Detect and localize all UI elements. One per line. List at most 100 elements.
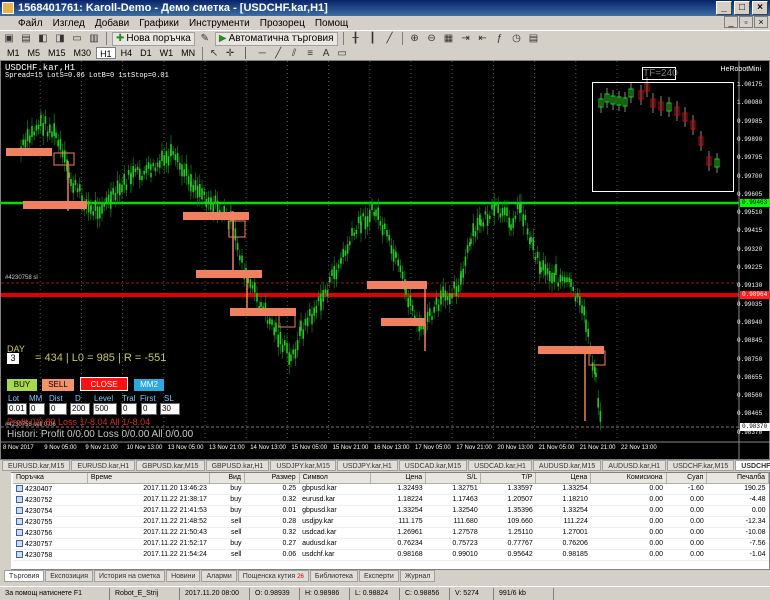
menu-charts[interactable]: Графики bbox=[139, 18, 179, 29]
param-tral-input[interactable]: 0 bbox=[121, 403, 137, 415]
mdi-minimize-button[interactable]: _ bbox=[724, 16, 738, 28]
table-row[interactable]: 4230752 2017.11.22 21:38:17 buy 0.32 eurusd.… bbox=[13, 494, 769, 506]
chart-window[interactable]: USDCHF.kar,H1 Spread=15 LotS=0.06 LotB=0… bbox=[0, 60, 770, 461]
indicators-icon[interactable]: ƒ bbox=[493, 32, 507, 45]
chart-tab[interactable]: USDCHF.kar,M15 bbox=[667, 460, 735, 471]
candlestick-icon[interactable]: ┃ bbox=[366, 32, 380, 45]
label-icon[interactable]: ▭ bbox=[335, 47, 349, 60]
chart-tab[interactable]: GBPUSD.kar,M15 bbox=[136, 460, 205, 471]
param-level-input[interactable]: 500 bbox=[93, 403, 117, 415]
chart-shift-icon[interactable]: ⇤ bbox=[476, 32, 490, 45]
zoom-out-icon[interactable]: ⊖ bbox=[425, 32, 439, 45]
market-watch-icon[interactable]: ◧ bbox=[36, 32, 50, 45]
auto-trading-button[interactable]: ▶ Автоматична търговия bbox=[214, 31, 338, 46]
tf-m1[interactable]: M1 bbox=[4, 47, 23, 59]
buy-button[interactable]: BUY bbox=[7, 379, 37, 391]
meta-editor-icon[interactable]: ✎ bbox=[198, 32, 212, 45]
terminal-tab[interactable]: Библиотека bbox=[309, 570, 358, 582]
maximize-button[interactable]: □ bbox=[734, 1, 750, 15]
column-header[interactable]: Цена bbox=[535, 473, 592, 484]
horizontal-line-icon[interactable]: ─ bbox=[255, 47, 269, 60]
chart-tab[interactable]: EURUSD.kar,H1 bbox=[71, 460, 136, 471]
column-header[interactable]: Вид bbox=[209, 473, 245, 484]
column-header[interactable]: Цена bbox=[370, 473, 427, 484]
menu-insert[interactable]: Добави bbox=[95, 18, 129, 29]
trendline-icon[interactable]: ╱ bbox=[271, 47, 285, 60]
param-mm-input[interactable]: 0 bbox=[29, 403, 45, 415]
column-header[interactable]: Печалба bbox=[706, 473, 769, 484]
column-header[interactable]: T/P bbox=[480, 473, 537, 484]
mdi-restore-button[interactable]: ▫ bbox=[739, 16, 753, 28]
autoscroll-icon[interactable]: ⇥ bbox=[459, 32, 473, 45]
menu-file[interactable]: Файл bbox=[18, 18, 43, 29]
chart-tab[interactable]: USDCAD.kar,H1 bbox=[468, 460, 532, 471]
terminal-tab[interactable]: Експозиция bbox=[45, 570, 94, 582]
menu-tools[interactable]: Инструменти bbox=[189, 18, 250, 29]
table-row[interactable]: 4230757 2017.11.22 21:52:17 buy 0.27 audusd.… bbox=[13, 538, 769, 550]
chart-tab[interactable]: AUDUSD.kar,H1 bbox=[602, 460, 667, 471]
mdi-close-button[interactable]: × bbox=[754, 16, 768, 28]
tf-m5[interactable]: M5 bbox=[25, 47, 44, 59]
terminal-tab[interactable]: Аларми bbox=[201, 570, 237, 582]
terminal-tab[interactable]: Пощенска кутия 26 bbox=[237, 570, 309, 582]
minimize-button[interactable]: _ bbox=[716, 1, 732, 15]
terminal-tab[interactable]: Журнал bbox=[399, 570, 436, 582]
new-order-button[interactable]: ✚ Нова поръчка bbox=[112, 31, 195, 46]
tf-h4[interactable]: H4 bbox=[118, 47, 136, 59]
table-row[interactable]: 4230407 2017.11.20 13:46:23 buy 0.25 gbpusd.… bbox=[13, 483, 769, 495]
column-header[interactable]: Суап bbox=[666, 473, 708, 484]
terminal-tab[interactable]: Новини bbox=[166, 570, 201, 582]
tf-mn[interactable]: MN bbox=[178, 47, 198, 59]
periods-icon[interactable]: ◷ bbox=[510, 32, 524, 45]
param-dist-input[interactable]: 0 bbox=[49, 403, 67, 415]
chart-tab[interactable]: AUDUSD.kar,M15 bbox=[532, 460, 602, 471]
cursor-icon[interactable]: ↖ bbox=[207, 47, 221, 60]
fibonacci-icon[interactable]: ≡ bbox=[303, 47, 317, 60]
tf-d1[interactable]: D1 bbox=[137, 47, 155, 59]
chart-tab[interactable]: USDCHF.kar,H1 bbox=[735, 460, 770, 471]
column-header[interactable]: Комисиона bbox=[590, 473, 667, 484]
param-first-input[interactable]: 0 bbox=[141, 403, 157, 415]
day-value[interactable]: 3 bbox=[7, 353, 19, 364]
column-header[interactable]: Размер bbox=[244, 473, 300, 484]
navigator-icon[interactable]: ◨ bbox=[53, 32, 67, 45]
tile-windows-icon[interactable]: ▦ bbox=[442, 32, 456, 45]
terminal-tab[interactable]: Търговия bbox=[4, 570, 45, 582]
zoom-in-icon[interactable]: ⊕ bbox=[408, 32, 422, 45]
chart-tab[interactable]: USDJPY.kar,H1 bbox=[336, 460, 398, 471]
mm2-button[interactable]: MM2 bbox=[134, 379, 164, 391]
new-chart-icon[interactable]: ▣ bbox=[2, 32, 16, 45]
table-row[interactable]: 4230756 2017.11.22 21:50:43 sell 0.32 usdcad… bbox=[13, 527, 769, 539]
chart-tab[interactable]: EURUSD.kar,M15 bbox=[2, 460, 71, 471]
terminal-icon[interactable]: ▭ bbox=[70, 32, 84, 45]
menu-help[interactable]: Помощ bbox=[315, 18, 348, 29]
table-row[interactable]: 4230755 2017.11.22 21:48:52 sell 0.28 usdjpy… bbox=[13, 516, 769, 528]
chart-tab[interactable]: USDCAD.kar,M15 bbox=[398, 460, 468, 471]
profiles-icon[interactable]: ▤ bbox=[19, 32, 33, 45]
vertical-line-icon[interactable]: │ bbox=[239, 47, 253, 60]
param-d-input[interactable]: 200 bbox=[70, 403, 90, 415]
chart-tab[interactable]: USDJPY.kar,M15 bbox=[270, 460, 336, 471]
tester-icon[interactable]: ▥ bbox=[87, 32, 101, 45]
bar-chart-icon[interactable]: ╂ bbox=[349, 32, 363, 45]
tf-m30[interactable]: M30 bbox=[71, 47, 95, 59]
param-sl-input[interactable]: 30 bbox=[160, 403, 180, 415]
close-orders-button[interactable]: CLOSE bbox=[80, 377, 128, 391]
param-lot-input[interactable]: 0.01 bbox=[7, 403, 27, 415]
column-header[interactable]: Символ bbox=[299, 473, 372, 484]
text-icon[interactable]: A bbox=[319, 47, 333, 60]
sell-button[interactable]: SELL bbox=[42, 379, 74, 391]
table-row[interactable]: 4230758 2017.11.22 21:54:24 sell 0.06 usdchf… bbox=[13, 549, 769, 561]
templates-icon[interactable]: ▤ bbox=[527, 32, 541, 45]
table-row[interactable]: 4230754 2017.11.22 21:41:53 buy 0.01 gbpusd.… bbox=[13, 505, 769, 517]
crosshair-icon[interactable]: ✛ bbox=[223, 47, 237, 60]
tf-m15[interactable]: M15 bbox=[45, 47, 69, 59]
channel-icon[interactable]: ⫽ bbox=[287, 47, 301, 60]
terminal-tab[interactable]: История на сметка bbox=[94, 570, 166, 582]
menu-view[interactable]: Изглед bbox=[53, 18, 85, 29]
column-header[interactable]: S/L bbox=[425, 473, 482, 484]
menu-window[interactable]: Прозорец bbox=[260, 18, 305, 29]
tf-w1[interactable]: W1 bbox=[157, 47, 177, 59]
terminal-tab[interactable]: Експерти bbox=[358, 570, 399, 582]
chart-tab[interactable]: GBPUSD.kar,H1 bbox=[205, 460, 270, 471]
